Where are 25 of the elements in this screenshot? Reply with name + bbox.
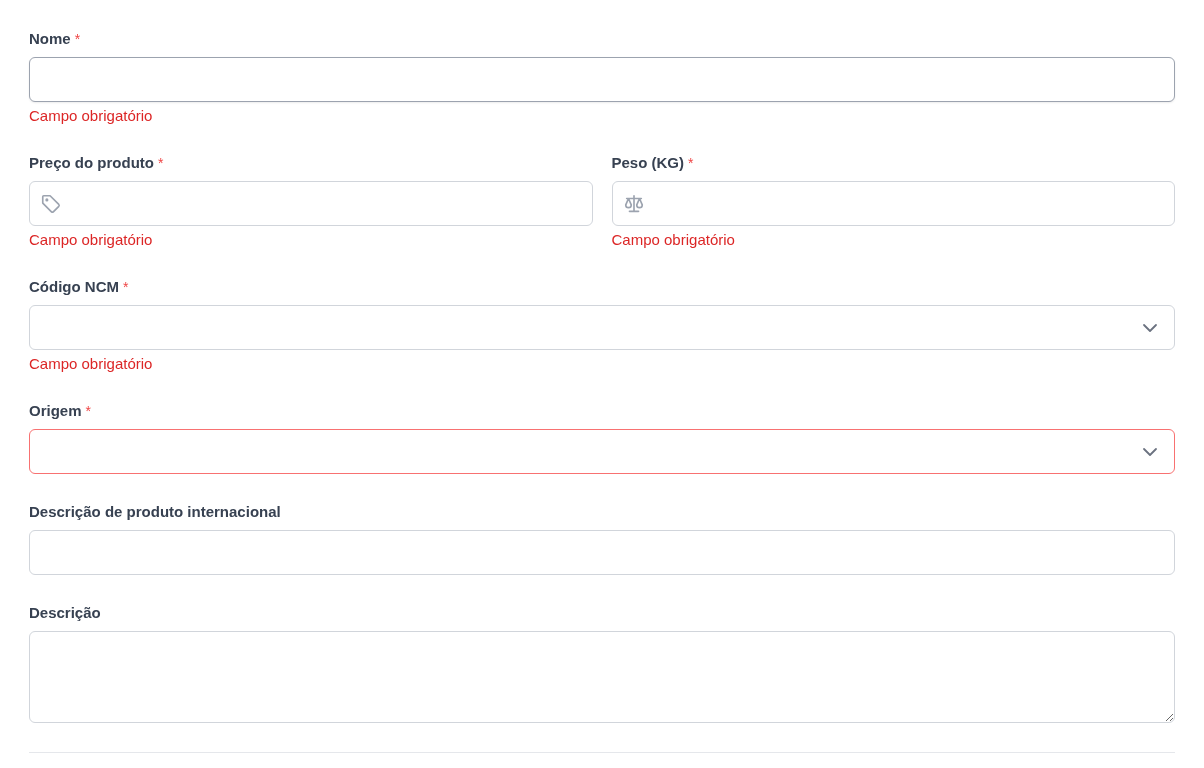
required-asterisk: * <box>123 279 129 295</box>
required-asterisk: * <box>85 403 91 419</box>
required-asterisk: * <box>74 31 81 47</box>
text-field[interactable] <box>29 530 1175 575</box>
field-label: Descrição <box>29 604 101 621</box>
field-label: Peso (KG) <box>611 154 684 171</box>
field-label: Preço do produto <box>29 154 154 171</box>
error-message: Campo obrigatório <box>29 231 154 249</box>
error-message: Campo obrigatório <box>611 231 736 249</box>
field-label: Código NCM <box>29 278 119 295</box>
required-asterisk: * <box>158 155 164 171</box>
scale-icon <box>622 192 645 215</box>
text-field[interactable] <box>611 181 1175 226</box>
field-label: Descrição de produto internacional <box>29 503 281 520</box>
text-field[interactable] <box>29 181 593 226</box>
select-field[interactable] <box>29 429 1175 474</box>
error-message: Campo obrigatório <box>29 355 154 373</box>
text-area[interactable] <box>29 631 1175 723</box>
error-message: Campo obrigatório <box>29 107 154 125</box>
required-asterisk: * <box>688 155 694 171</box>
text-field[interactable] <box>29 57 1175 102</box>
tag-icon <box>40 192 62 215</box>
field-label: Origem <box>29 402 82 419</box>
field-label: Nome <box>29 30 71 47</box>
select-field[interactable] <box>29 305 1175 350</box>
